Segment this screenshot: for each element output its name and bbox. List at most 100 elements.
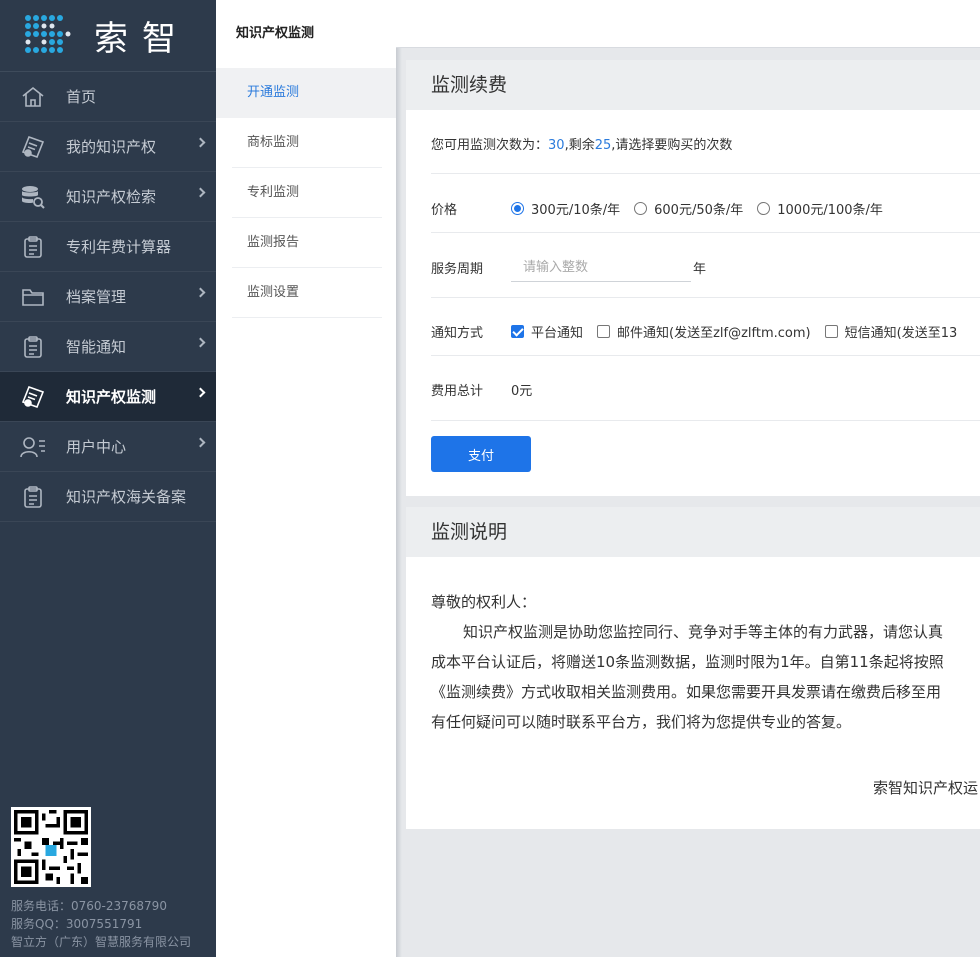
price-option[interactable]: 1000元/100条/年 (757, 199, 883, 218)
notify-label: 通知方式 (431, 326, 484, 341)
price-option-label: 1000元/100条/年 (777, 203, 883, 218)
sidebar-item[interactable]: 知识产权监测 (0, 372, 216, 422)
submenu: 知识产权监测 开通监测 商标监测 专利监测 监测报告 监测设置 (216, 0, 396, 957)
notify-option-label: 短信通知(发送至13 (844, 326, 958, 341)
clipboard-icon (20, 234, 46, 260)
price-label: 价格 (431, 203, 458, 218)
sidebar: 索智 首页我的知识产权 知识产权检索 专利年费计算器 档案管理智能通知知识产权监测 用户… (0, 0, 216, 957)
sidebar-item-label: 知识产权海关备案 (66, 488, 187, 506)
greeting: 尊敬的权利人： (431, 593, 537, 611)
submenu-list: 开通监测 商标监测 专利监测 监测报告 监测设置 (216, 68, 396, 318)
sidebar-item-label: 知识产权检索 (66, 188, 157, 206)
sidebar-item-label: 用户中心 (66, 438, 127, 456)
remaining-count: 25 (594, 138, 612, 153)
description-line: 有任何疑问可以随时联系平台方，我们将为您提供专业的答复。 (431, 713, 852, 731)
chevron-right-icon (195, 137, 206, 148)
divider (431, 297, 980, 298)
description-title: 监测说明 (406, 507, 980, 557)
total-label: 费用总计 (431, 384, 484, 399)
pay-button[interactable]: 支付 (431, 436, 531, 472)
logo-icon (20, 12, 72, 60)
top-bar (396, 0, 980, 48)
notify-option[interactable]: 平台通知 (511, 322, 583, 341)
quota-hint-mid: ,剩余 (564, 138, 595, 153)
sidebar-item[interactable]: 我的知识产权 (0, 122, 216, 172)
chevron-right-icon (195, 337, 206, 348)
sidebar-item-label: 智能通知 (66, 338, 127, 356)
qr-code (11, 807, 91, 887)
quota-hint: 您可用监测次数为：30,剩余25,请选择要购买的次数 (431, 134, 980, 153)
sidebar-footer: 服务电话：0760-23768790 服务QQ：3007551791 智立方（广… (11, 897, 191, 951)
sidebar-item[interactable]: 知识产权检索 (0, 172, 216, 222)
certificate-icon (20, 134, 46, 160)
chevron-right-icon (195, 187, 206, 198)
quota-hint-prefix: 您可用监测次数为： (431, 138, 549, 153)
clipboard-icon (20, 484, 46, 510)
divider (431, 173, 980, 174)
price-option-label: 300元/10条/年 (531, 203, 621, 218)
quota-hint-suffix: ,请选择要购买的次数 (611, 138, 733, 153)
logo[interactable]: 索智 (0, 0, 216, 72)
submenu-item[interactable]: 专利监测 (232, 168, 382, 218)
certificate-icon (20, 384, 46, 410)
submenu-title: 知识产权监测 (236, 26, 315, 41)
sidebar-item-label: 专利年费计算器 (66, 238, 172, 256)
submenu-item[interactable]: 商标监测 (232, 118, 382, 168)
period-label: 服务周期 (431, 262, 484, 277)
sidebar-item[interactable]: 首页 (0, 72, 216, 122)
notify-option[interactable]: 邮件通知(发送至zlf@zlftm.com) (597, 322, 811, 341)
price-option[interactable]: 600元/50条/年 (634, 199, 743, 218)
period-input[interactable] (511, 254, 691, 282)
checkbox[interactable] (597, 325, 611, 338)
description-line: 成本平台认证后，将赠送10条监测数据，监测时限为1年。自第11条起将按照 (431, 653, 944, 671)
renew-title: 监测续费 (406, 60, 980, 110)
chevron-right-icon (195, 437, 206, 448)
company-name: 智立方（广东）智慧服务有限公司 (11, 935, 192, 949)
description-panel: 监测说明 尊敬的权利人： 知识产权监测是协助您监控同行、竞争对手等主体的有力武器… (406, 507, 980, 829)
sidebar-item[interactable]: 智能通知 (0, 322, 216, 372)
user-icon (20, 434, 46, 460)
checkbox[interactable] (824, 325, 838, 338)
folder-icon (20, 284, 46, 310)
description-body: 尊敬的权利人： 知识产权监测是协助您监控同行、竞争对手等主体的有力武器，请您认真… (431, 587, 980, 737)
sidebar-nav: 首页我的知识产权 知识产权检索 专利年费计算器 档案管理智能通知知识产权监测 用户中心知… (0, 72, 216, 522)
notify-option-label: 邮件通知(发送至zlf@zlftm.com) (617, 326, 811, 341)
price-options: 300元/10条/年 600元/50条/年 1000元/100条/年 (511, 199, 897, 218)
renew-panel: 监测续费 您可用监测次数为：30,剩余25,请选择要购买的次数 价格 300元/… (406, 60, 980, 496)
divider (431, 232, 980, 233)
service-qq: 服务QQ：3007551791 (11, 917, 143, 931)
available-count: 30 (548, 138, 565, 153)
sidebar-item-label: 首页 (66, 88, 97, 106)
description-line: 《监测续费》方式收取相关监测费用。如果您需要开具发票请在缴费后移至用 (431, 683, 942, 701)
notify-option-label: 平台通知 (531, 326, 584, 341)
logo-text: 索智 (94, 19, 190, 59)
price-option[interactable]: 300元/10条/年 (511, 199, 620, 218)
sidebar-item[interactable]: 知识产权海关备案 (0, 472, 216, 522)
radio-button[interactable] (757, 202, 771, 215)
total-value: 0元 (511, 384, 533, 399)
signature: 索智知识产权运 (873, 779, 979, 797)
notify-option[interactable]: 短信通知(发送至13 (824, 322, 958, 341)
submenu-item[interactable]: 开通监测 (216, 68, 396, 118)
sidebar-item-label: 档案管理 (66, 288, 127, 306)
home-icon (20, 84, 46, 110)
panel-shadow (396, 0, 402, 957)
checkbox[interactable] (511, 325, 524, 338)
sidebar-item-label: 知识产权监测 (66, 388, 157, 406)
service-phone: 服务电话：0760-23768790 (11, 899, 167, 913)
period-unit: 年 (693, 262, 707, 277)
sidebar-item-label: 我的知识产权 (66, 138, 157, 156)
notify-options: 平台通知 邮件通知(发送至zlf@zlftm.com) 短信通知(发送至13 (511, 322, 971, 341)
sidebar-item[interactable]: 档案管理 (0, 272, 216, 322)
submenu-item[interactable]: 监测设置 (232, 268, 382, 318)
submenu-item[interactable]: 监测报告 (232, 218, 382, 268)
sidebar-item[interactable]: 专利年费计算器 (0, 222, 216, 272)
description-line: 知识产权监测是协助您监控同行、竞争对手等主体的有力武器，请您认真 (463, 623, 944, 641)
chevron-right-icon (195, 287, 206, 298)
divider (431, 355, 980, 356)
radio-button[interactable] (511, 202, 524, 215)
clipboard-icon (20, 334, 46, 360)
sidebar-item[interactable]: 用户中心 (0, 422, 216, 472)
database-search-icon (20, 184, 46, 210)
radio-button[interactable] (634, 202, 648, 215)
